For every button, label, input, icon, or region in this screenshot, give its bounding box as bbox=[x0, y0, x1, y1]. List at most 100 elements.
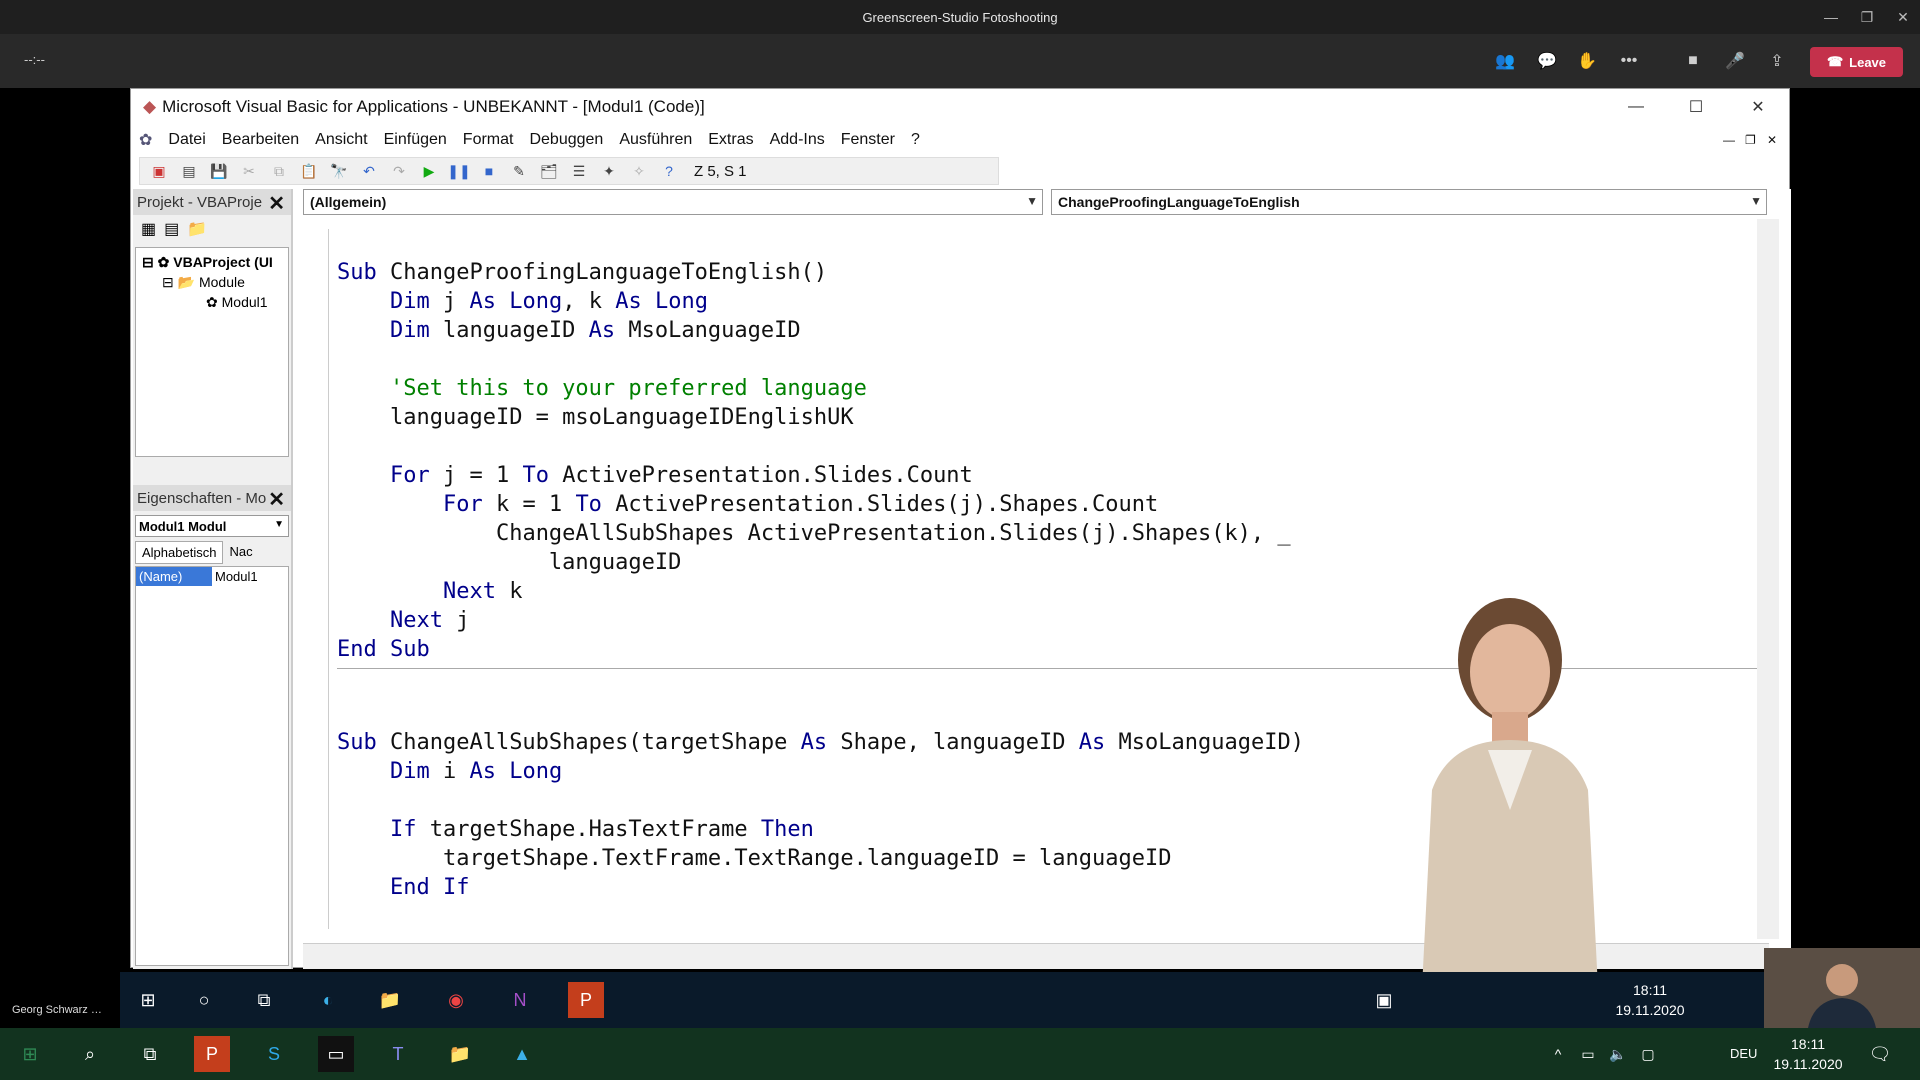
cursor-position: Z 5, S 1 bbox=[694, 162, 747, 180]
pause-icon[interactable]: ❚❚ bbox=[447, 160, 470, 182]
property-name: (Name) bbox=[136, 567, 212, 586]
close-icon[interactable]: ✕ bbox=[1886, 0, 1920, 34]
copy-icon[interactable]: ⧉ bbox=[268, 160, 290, 182]
vba-minimize-icon[interactable]: — bbox=[1611, 93, 1661, 121]
leave-button[interactable]: ☎ Leave bbox=[1810, 47, 1903, 77]
menu-format[interactable]: Format bbox=[463, 131, 514, 149]
design-mode-icon[interactable]: ✎ bbox=[508, 160, 530, 182]
tray-app-icon[interactable]: ▣ bbox=[1366, 982, 1402, 1018]
project-pane-title: Projekt - VBAProje bbox=[137, 193, 263, 211]
vba-title-bar: ◆ Microsoft Visual Basic for Application… bbox=[131, 89, 1789, 125]
windows-start-icon[interactable]: ⊞ bbox=[130, 982, 166, 1018]
undo-icon[interactable]: ↶ bbox=[358, 160, 380, 182]
object-combo[interactable]: (Allgemein) ▼ bbox=[303, 189, 1043, 215]
mdi-restore-icon[interactable]: ❐ bbox=[1745, 133, 1756, 147]
object-select[interactable]: Modul1 Modul ▼ bbox=[135, 515, 289, 537]
menu-ausfuehren[interactable]: Ausführen bbox=[619, 131, 692, 149]
windows-start-icon[interactable]: ⊞ bbox=[12, 1036, 48, 1072]
stop-icon[interactable]: ■ bbox=[478, 160, 500, 182]
toggle-folders-icon[interactable]: 📁 bbox=[187, 219, 207, 239]
teams-meeting-bar: --:-- 👥 💬 ✋ ••• ■ 🎤 ⇪ ☎ Leave bbox=[0, 34, 1920, 88]
more-icon[interactable]: ••• bbox=[1616, 48, 1642, 74]
edge-icon[interactable]: ◐ bbox=[310, 982, 346, 1018]
skype-icon[interactable]: S bbox=[256, 1036, 292, 1072]
self-view-video bbox=[1764, 948, 1920, 1028]
menu-addins[interactable]: Add-Ins bbox=[770, 131, 825, 149]
menu-debuggen[interactable]: Debuggen bbox=[529, 131, 603, 149]
menu-ansicht[interactable]: Ansicht bbox=[315, 131, 367, 149]
vba-menu-icon[interactable]: ✿ bbox=[139, 130, 152, 150]
teams-icon[interactable]: T bbox=[380, 1036, 416, 1072]
camera-icon[interactable]: ■ bbox=[1680, 48, 1706, 74]
properties-tabs: Alphabetisch Nac bbox=[135, 541, 289, 564]
chat-icon[interactable]: 💬 bbox=[1534, 48, 1560, 74]
tree-module[interactable]: ✿ Modul1 bbox=[206, 294, 268, 311]
file-explorer-icon[interactable]: 📁 bbox=[372, 982, 408, 1018]
network-icon[interactable]: ▢ bbox=[1630, 1036, 1666, 1072]
view-host-icon[interactable]: ▣ bbox=[148, 160, 170, 182]
tab-nach-kategorien[interactable]: Nac bbox=[223, 541, 258, 564]
tree-folder[interactable]: ⊟ 📂 Module bbox=[162, 274, 245, 291]
code-line: languageID = msoLanguageIDEnglishUK bbox=[389, 405, 854, 430]
onenote-icon[interactable]: N bbox=[502, 982, 538, 1018]
vertical-scrollbar[interactable] bbox=[1757, 219, 1779, 939]
photos-icon[interactable]: ▲ bbox=[504, 1036, 540, 1072]
chrome-icon[interactable]: ◉ bbox=[438, 982, 474, 1018]
menu-extras[interactable]: Extras bbox=[708, 131, 753, 149]
menu-bearbeiten[interactable]: Bearbeiten bbox=[222, 131, 299, 149]
tree-root[interactable]: ⊟ ✿ VBAProject (UI bbox=[142, 254, 273, 271]
view-code-icon[interactable]: ▦ bbox=[141, 219, 156, 239]
windows-taskbar: ⊞ ⌕ ⧉ P S ▭ T 📁 ▲ ^ ▭ 🔈 ▢ DEU 18:11 19.1… bbox=[0, 1028, 1920, 1080]
save-icon[interactable]: 💾 bbox=[208, 160, 230, 182]
self-view-person bbox=[1808, 964, 1876, 1028]
code-line: Sub ChangeProofingLanguageToEnglish() bbox=[337, 260, 828, 285]
procedure-combo[interactable]: ChangeProofingLanguageToEnglish ▼ bbox=[1051, 189, 1767, 215]
mdi-close-icon[interactable]: ✕ bbox=[1767, 133, 1777, 147]
tab-alphabetisch[interactable]: Alphabetisch bbox=[135, 541, 224, 564]
participants-icon[interactable]: 👥 bbox=[1492, 48, 1518, 74]
run-icon[interactable]: ▶ bbox=[418, 160, 440, 182]
task-view-icon[interactable]: ⧉ bbox=[246, 982, 282, 1018]
find-icon[interactable]: 🔭 bbox=[328, 160, 350, 182]
task-view-icon[interactable]: ⧉ bbox=[132, 1036, 168, 1072]
share-icon[interactable]: ⇪ bbox=[1764, 48, 1790, 74]
menu-help[interactable]: ? bbox=[911, 131, 920, 149]
help-icon[interactable]: ? bbox=[658, 160, 680, 182]
property-row[interactable]: (Name) Modul1 bbox=[136, 567, 288, 586]
menu-bar: ✿ Datei Bearbeiten Ansicht Einfügen Form… bbox=[131, 125, 1789, 155]
minimize-icon[interactable]: — bbox=[1814, 0, 1848, 34]
search-icon[interactable]: ○ bbox=[186, 982, 222, 1018]
object-browser-icon[interactable]: ✦ bbox=[598, 160, 620, 182]
powerpoint-icon[interactable]: P bbox=[194, 1036, 230, 1072]
raise-hand-icon[interactable]: ✋ bbox=[1574, 48, 1600, 74]
insert-module-icon[interactable]: ▤ bbox=[178, 160, 200, 182]
search-icon[interactable]: ⌕ bbox=[72, 1036, 108, 1072]
properties-icon[interactable]: ☰ bbox=[568, 160, 590, 182]
cut-icon[interactable]: ✂ bbox=[238, 160, 260, 182]
vba-app-icon: ◆ bbox=[143, 97, 157, 116]
menu-einfuegen[interactable]: Einfügen bbox=[384, 131, 447, 149]
vba-close-icon[interactable]: ✕ bbox=[1733, 93, 1783, 121]
project-explorer-icon[interactable]: 🗂 bbox=[538, 160, 560, 182]
system-clock[interactable]: 18:11 19.11.2020 bbox=[1768, 1034, 1848, 1074]
standard-toolbar: ▣ ▤ 💾 ✂ ⧉ 📋 🔭 ↶ ↷ ▶ ❚❚ ■ ✎ 🗂 ☰ ✦ ✧ ? Z 5… bbox=[139, 157, 999, 185]
code-line: languageID bbox=[548, 550, 682, 575]
close-icon[interactable]: ✕ bbox=[268, 191, 285, 216]
property-value[interactable]: Modul1 bbox=[212, 567, 261, 586]
powerpoint-icon[interactable]: P bbox=[568, 982, 604, 1018]
toolbox-icon[interactable]: ✧ bbox=[628, 160, 650, 182]
language-indicator[interactable]: DEU bbox=[1730, 1046, 1757, 1061]
menu-fenster[interactable]: Fenster bbox=[841, 131, 895, 149]
microphone-icon[interactable]: 🎤 bbox=[1722, 48, 1748, 74]
terminal-icon[interactable]: ▭ bbox=[318, 1036, 354, 1072]
paste-icon[interactable]: 📋 bbox=[298, 160, 320, 182]
vba-maximize-icon[interactable]: ☐ bbox=[1671, 93, 1721, 121]
redo-icon[interactable]: ↷ bbox=[388, 160, 410, 182]
close-icon[interactable]: ✕ bbox=[268, 487, 285, 512]
mdi-minimize-icon[interactable]: — bbox=[1723, 133, 1735, 147]
notifications-icon[interactable]: 🗨 bbox=[1862, 1036, 1898, 1072]
file-explorer-icon[interactable]: 📁 bbox=[442, 1036, 478, 1072]
view-object-icon[interactable]: ▤ bbox=[164, 219, 179, 239]
restore-icon[interactable]: ❐ bbox=[1850, 0, 1884, 34]
menu-datei[interactable]: Datei bbox=[168, 131, 205, 149]
